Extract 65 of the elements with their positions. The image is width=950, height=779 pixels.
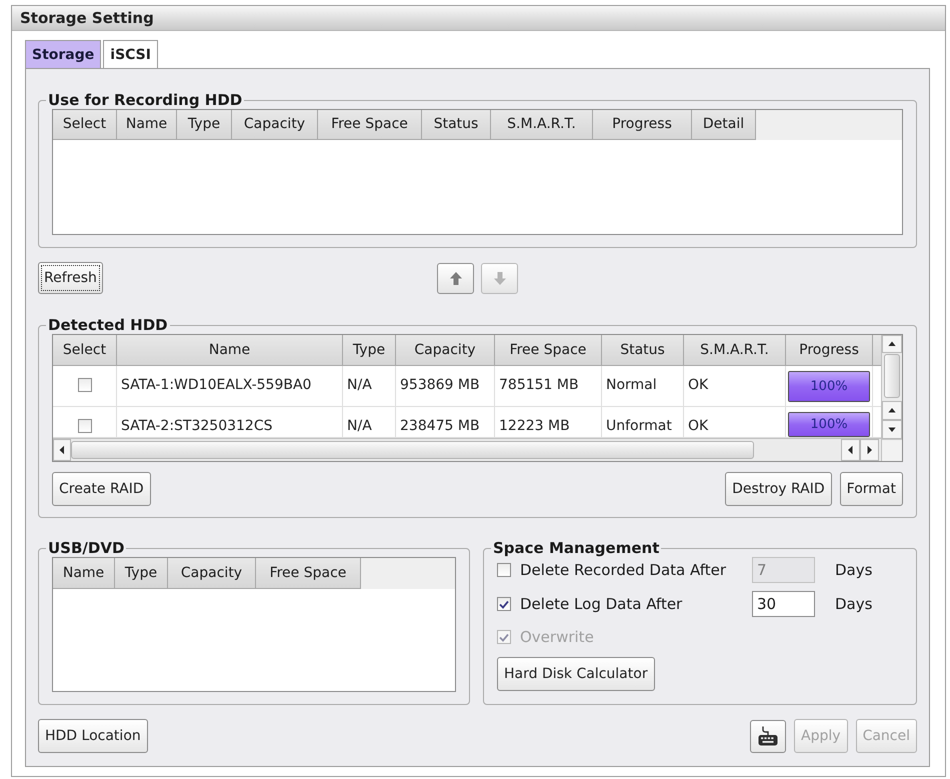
column-header	[873, 335, 881, 366]
group-title: USB/DVD	[47, 539, 126, 557]
checkmark-icon	[499, 600, 509, 608]
tab[interactable]: iSCSI	[103, 40, 158, 68]
column-header: Select	[53, 110, 117, 140]
column-header: Name	[117, 335, 343, 366]
column-header: Progress	[593, 110, 692, 140]
checkbox[interactable]	[497, 597, 511, 611]
group-title: Detected HDD	[47, 316, 169, 334]
column-header: Type	[177, 110, 232, 140]
column-header: Free Space	[495, 335, 602, 366]
column-header: Progress	[786, 335, 873, 366]
table-cell: 785151 MB	[495, 366, 602, 407]
column-header: S.M.A.R.T.	[684, 335, 786, 366]
table-cell: Normal	[602, 366, 684, 407]
column-header: Status	[602, 335, 684, 366]
checkbox[interactable]	[78, 419, 92, 433]
column-header: Capacity	[396, 335, 495, 366]
hdd-location-button[interactable]: HDD Location	[38, 719, 148, 753]
horizontal-scrollbar[interactable]	[53, 438, 881, 461]
column-header: Capacity	[168, 558, 256, 589]
column-header: Name	[53, 558, 115, 589]
scroll-thumb[interactable]	[71, 441, 754, 459]
move-up-button[interactable]	[437, 262, 474, 294]
down-arrow-icon	[494, 272, 506, 284]
vertical-scrollbar[interactable]	[881, 335, 902, 461]
column-header: Type	[343, 335, 396, 366]
keyboard-button[interactable]	[750, 720, 786, 752]
destroy-raid-button[interactable]: Destroy RAID	[725, 472, 832, 506]
refresh-button[interactable]: Refresh	[38, 262, 103, 294]
column-header: S.M.A.R.T.	[491, 110, 593, 140]
column-header: Capacity	[232, 110, 318, 140]
checkmark-icon	[499, 632, 509, 642]
column-header: Free Space	[318, 110, 422, 140]
checkbox-label: Delete Log Data After	[520, 595, 682, 613]
days-input[interactable]: 30	[752, 591, 815, 617]
checkbox[interactable]	[497, 563, 511, 577]
keyboard-icon	[758, 726, 778, 746]
column-header: Type	[115, 558, 168, 589]
progress-value: 100%	[809, 416, 849, 434]
calculator-button[interactable]: Hard Disk Calculator	[497, 657, 655, 691]
column-header: Detail	[692, 110, 756, 140]
tab[interactable]: Storage	[25, 40, 102, 68]
unit-label: Days	[835, 595, 872, 613]
progress-value: 100%	[809, 378, 849, 396]
column-header: Status	[422, 110, 491, 140]
table-cell: 953869 MB	[396, 366, 495, 407]
checkbox[interactable]	[78, 378, 92, 392]
create-raid-button[interactable]: Create RAID	[52, 472, 151, 506]
up-arrow-icon	[450, 272, 462, 284]
table-cell: SATA-1:WD10EALX-559BA0	[117, 366, 343, 407]
format-button[interactable]: Format	[840, 472, 903, 506]
checkbox-label: Overwrite	[520, 628, 594, 646]
column-header: Name	[117, 110, 177, 140]
window-title: Storage Setting	[20, 9, 154, 27]
scroll-thumb[interactable]	[884, 354, 900, 398]
table-cell: N/A	[343, 366, 396, 407]
column-header: Free Space	[256, 558, 361, 589]
scrollbar-corner	[882, 439, 902, 461]
column-header: Select	[53, 335, 117, 366]
checkbox-label: Delete Recorded Data After	[520, 561, 726, 579]
unit-label: Days	[835, 561, 872, 579]
table-cell: OK	[684, 366, 786, 407]
group-title: Space Management	[492, 539, 660, 557]
group-title: Use for Recording HDD	[47, 91, 244, 109]
